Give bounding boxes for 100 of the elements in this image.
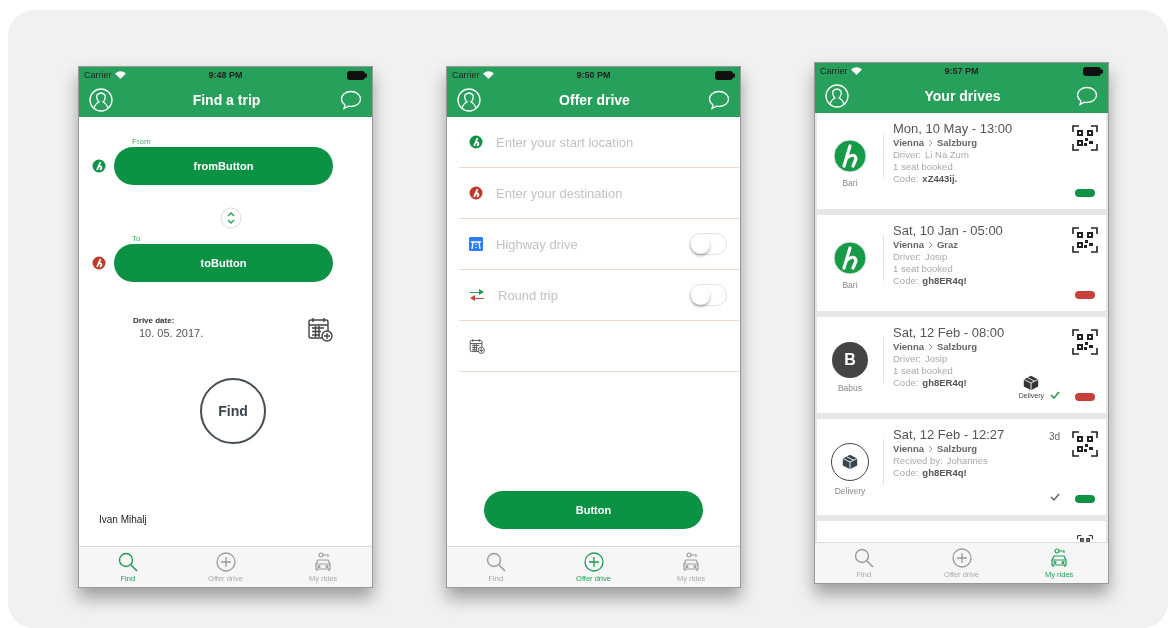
search-icon — [485, 551, 506, 572]
toggle-switch[interactable] — [689, 233, 727, 255]
toggle-label: Highway drive — [496, 236, 579, 252]
car-key-icon — [1049, 547, 1070, 568]
plus-circle-icon — [583, 551, 604, 572]
toggle-label: Round trip — [498, 287, 559, 303]
drive-date: Sat, 12 Feb - 08:00 — [893, 325, 1005, 340]
avatar-label: Babus — [837, 382, 863, 393]
chevron-icon — [928, 342, 933, 351]
avatar-label: Bari — [842, 279, 858, 290]
leaf-logo-icon — [833, 240, 867, 275]
location-button[interactable]: toButton — [114, 244, 333, 282]
drive-card[interactable]: Delivery Sat, 12 Feb - 12:27 Vienna Salzburg Recived by: Johannes Code: gh8ER4q! 3d — [817, 419, 1106, 515]
person-label: Recived by: — [893, 455, 943, 466]
submit-button[interactable]: Button — [484, 491, 703, 529]
avatar-label: Bari — [842, 177, 858, 188]
age-label: 3d — [1048, 431, 1060, 442]
carrier-label: Carrier — [452, 70, 480, 80]
drive-date: Sat, 12 Feb - 12:27 — [893, 427, 1005, 442]
swap-arrows-icon[interactable] — [219, 207, 242, 229]
code-label: Code: — [893, 173, 919, 184]
seats-booked: 1 seat booked — [893, 365, 954, 376]
route-from: Vienna — [893, 443, 924, 454]
screen-title: Find a trip — [192, 92, 261, 108]
person-label: Driver: — [893, 353, 921, 364]
qr-code-icon — [1072, 329, 1098, 355]
battery-icon — [347, 70, 367, 80]
wifi-icon — [482, 71, 494, 79]
location-input[interactable]: Enter your destination — [496, 185, 727, 201]
status-time: 9:50 PM — [576, 70, 611, 80]
route-from: Vienna — [893, 239, 924, 250]
drive-card[interactable]: Bari Mon, 10 May - 13:00 Vienna Salzburg Driver: Li Na Zum 1 seat booked Code: xZ443ij. — [817, 113, 1106, 209]
person-label: Driver: — [893, 251, 921, 262]
battery-icon — [715, 70, 735, 80]
profile-icon[interactable] — [89, 88, 113, 112]
route-to: Salzburg — [937, 443, 978, 454]
qr-code-icon — [1072, 227, 1098, 253]
screen-title: Your drives — [924, 88, 1001, 104]
search-icon — [117, 551, 138, 572]
chevron-icon — [928, 444, 933, 453]
person-name: Li Na Zum — [925, 149, 969, 160]
date-label: Drive date: — [133, 316, 176, 325]
date-value: 10. 05. 2017. — [139, 327, 204, 339]
wifi-icon — [114, 71, 126, 79]
person-label: Driver: — [893, 149, 921, 160]
seats-booked: 1 seat booked — [893, 263, 954, 274]
drive-card[interactable]: Bari Sat, 10 Jan - 05:00 Vienna Graz Driver: Josip 1 seat booked Code: gh8ER4q! — [817, 215, 1106, 311]
carrier-label: Carrier — [820, 66, 848, 76]
calendar-add-icon[interactable] — [307, 316, 333, 342]
booking-code: gh8ER4q! — [922, 275, 967, 286]
carrier-label: Carrier — [84, 70, 112, 80]
location-button[interactable]: fromButton — [114, 147, 333, 185]
booking-code: xZ443ij. — [922, 173, 958, 184]
route-to: Salzburg — [937, 137, 978, 148]
toggle-switch[interactable] — [689, 284, 727, 306]
car-key-icon — [681, 551, 702, 572]
drive-date: Sat, 10 Jan - 05:00 — [893, 223, 1003, 238]
avatar-label: Delivery — [834, 485, 866, 496]
location-input[interactable]: Enter your start location — [496, 134, 727, 150]
plus-circle-icon — [215, 551, 236, 572]
person-name: Johannes — [946, 455, 988, 466]
chat-icon[interactable] — [340, 90, 362, 110]
profile-icon[interactable] — [457, 88, 481, 112]
drive-date: Mon, 10 May - 13:00 — [893, 121, 1013, 136]
plus-circle-icon — [951, 547, 972, 568]
booking-code: gh8ER4q! — [922, 467, 967, 478]
search-icon — [853, 547, 874, 568]
highway-icon — [469, 237, 483, 251]
seats-booked: 1 seat booked — [893, 161, 954, 172]
code-label: Code: — [893, 275, 919, 286]
route-from: Vienna — [893, 137, 924, 148]
calendar-add-icon[interactable] — [469, 338, 485, 354]
person-name: Josip — [925, 251, 948, 262]
chat-icon[interactable] — [1076, 86, 1098, 106]
package-icon — [841, 452, 859, 471]
status-time: 9:57 PM — [944, 66, 979, 76]
letter-avatar: B — [832, 341, 868, 378]
screen-title: Offer drive — [559, 92, 630, 108]
find-button[interactable]: Find — [200, 378, 266, 444]
field-label: To — [132, 234, 142, 243]
wifi-icon — [850, 67, 862, 75]
route-to: Salzburg — [937, 341, 978, 352]
route-to: Graz — [937, 239, 959, 250]
booking-code: gh8ER4q! — [922, 377, 967, 388]
qr-code-icon — [1072, 125, 1098, 151]
leaf-logo-icon — [833, 138, 867, 173]
code-label: Code: — [893, 467, 919, 478]
arrows-icon — [469, 288, 485, 302]
field-label: From — [132, 137, 152, 146]
chat-icon[interactable] — [708, 90, 730, 110]
car-key-icon — [313, 551, 334, 572]
package-icon — [1022, 374, 1041, 392]
person-name: Josip — [925, 353, 948, 364]
status-time: 9:48 PM — [208, 70, 243, 80]
user-name: Ivan Mihalj — [99, 514, 148, 525]
profile-icon[interactable] — [825, 84, 849, 108]
battery-icon — [1083, 66, 1103, 76]
code-label: Code: — [893, 377, 919, 388]
chevron-icon — [928, 240, 933, 249]
route-from: Vienna — [893, 341, 924, 352]
